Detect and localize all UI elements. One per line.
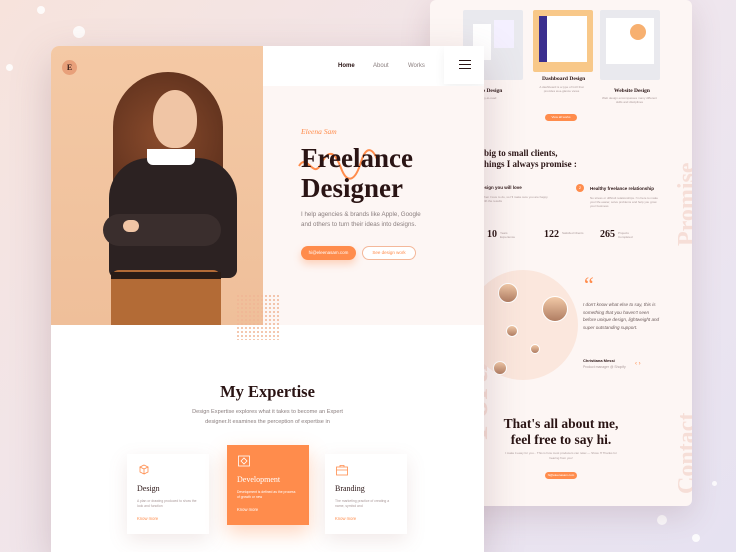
avatar — [498, 283, 518, 303]
nav-works[interactable]: Works — [408, 63, 425, 69]
see-design-work-button[interactable]: See design work — [362, 246, 416, 260]
stat-label: Satisfied Clients — [562, 231, 584, 235]
decor-dot — [692, 534, 700, 542]
portfolio-shot-website[interactable] — [600, 10, 660, 80]
stat-value: 122 — [544, 229, 559, 240]
stat-label: Projects Completed — [618, 231, 633, 239]
portfolio-label: Dashboard Design — [542, 76, 586, 82]
hero-name: Eleena Sam — [301, 127, 337, 136]
promise-title-line1: big to small clients, — [484, 148, 558, 158]
stat-value: 265 — [600, 229, 615, 240]
stat-value: 10 — [487, 229, 497, 240]
hero-description: I help agencies & brands like Apple, Goo… — [301, 211, 421, 228]
card-text: A plan or drawing produced to show the l… — [137, 499, 197, 508]
avatar — [530, 344, 540, 354]
email-button[interactable]: hi@eleenasam.com — [301, 246, 356, 260]
feature-title: Healthy freelance relationship — [590, 186, 655, 191]
portfolio-label: Website Design — [614, 88, 650, 94]
decor-dot — [6, 64, 13, 71]
feature-text: when I love to do, so I'll make sure you… — [482, 195, 548, 203]
contact-sub: I make it easy for you... This is how mo… — [505, 451, 617, 460]
vertical-word-contact: Contact — [674, 412, 692, 494]
card-link[interactable]: Know more — [335, 516, 356, 521]
logo[interactable]: E — [62, 60, 77, 75]
expertise-card-branding[interactable]: Branding The marketing practice of creat… — [325, 454, 407, 534]
contact-title: That's all about me, feel free to say hi… — [470, 416, 652, 448]
briefcase-icon — [336, 465, 348, 476]
card-text: The marketing practice of creating a nam… — [335, 499, 390, 508]
card-link[interactable]: Know more — [237, 507, 258, 512]
expertise-card-development[interactable]: Development Development is defined as th… — [227, 445, 309, 525]
contact-email-button[interactable]: hi@eleenasam.com — [545, 472, 577, 479]
hamburger-menu-icon[interactable] — [444, 46, 484, 84]
hero-panel — [263, 86, 484, 325]
cubes-icon — [139, 464, 149, 475]
testimonial-blob — [468, 270, 578, 380]
card-text: Development is defined as the process of… — [237, 490, 296, 499]
contact-title-line2: feel free to say hi. — [510, 432, 612, 447]
promise-title: big to small clients, hings I always pro… — [484, 148, 577, 170]
nav-home[interactable]: Home — [338, 63, 355, 69]
stat-label: Years Experience — [500, 231, 516, 239]
decor-dot — [73, 26, 85, 38]
photo-belt — [111, 272, 221, 279]
avatar — [506, 325, 518, 337]
expertise-description: Design Expertise explores what it takes … — [192, 409, 343, 425]
expertise-title: My Expertise — [220, 382, 315, 401]
expertise-card-design[interactable]: Design A plan or drawing produced to sho… — [127, 454, 209, 534]
dot-grid-decoration — [236, 294, 280, 340]
photo-collar — [147, 149, 195, 165]
code-box-icon — [238, 455, 250, 467]
front-page: E Home About Works Eleena Sam Freelance … — [51, 46, 484, 552]
decor-dot — [37, 6, 45, 14]
nav-about[interactable]: About — [373, 63, 389, 69]
hero-title-line2: Designer — [301, 173, 403, 203]
vertical-word-promise: Promise — [674, 162, 692, 246]
testimonial-role: Product manager @ Shopify — [583, 365, 626, 369]
photo-arms — [103, 214, 221, 246]
portfolio-shot-dashboard[interactable] — [533, 10, 593, 72]
card-link[interactable]: Know more — [137, 516, 158, 521]
decor-dot — [657, 515, 667, 525]
feature-title: esign you will love — [482, 185, 522, 190]
view-works-button[interactable]: View all works — [545, 114, 577, 121]
hero-photo: E — [51, 46, 263, 325]
card-title: Development — [237, 475, 281, 484]
testimonial-arrows[interactable]: ‹ › — [635, 361, 641, 367]
avatar — [542, 296, 568, 322]
feature-text: No stress or difficult relationships. I'… — [590, 196, 658, 208]
contact-title-line1: That's all about me, — [503, 416, 619, 431]
card-title: Branding — [335, 484, 365, 493]
testimonial-quote: I don't know what else to say, this is s… — [583, 302, 660, 330]
hero-title: Freelance Designer — [301, 143, 481, 203]
testimonial-name: Christiana Messi — [583, 358, 615, 363]
photo-face — [153, 90, 197, 148]
quote-icon: “ — [584, 272, 594, 297]
decor-dot — [712, 481, 717, 486]
avatar — [493, 361, 507, 375]
photo-hand — [123, 220, 139, 232]
promise-title-line2: hings I always promise : — [484, 159, 577, 169]
feature-number-badge: 2 — [576, 184, 584, 192]
portfolio-text: Web design encompasses many different sk… — [602, 96, 657, 104]
hero-title-line1: Freelance — [301, 143, 413, 173]
card-title: Design — [137, 484, 160, 493]
portfolio-text: A dashboard is a type of GUI that provid… — [539, 85, 584, 93]
